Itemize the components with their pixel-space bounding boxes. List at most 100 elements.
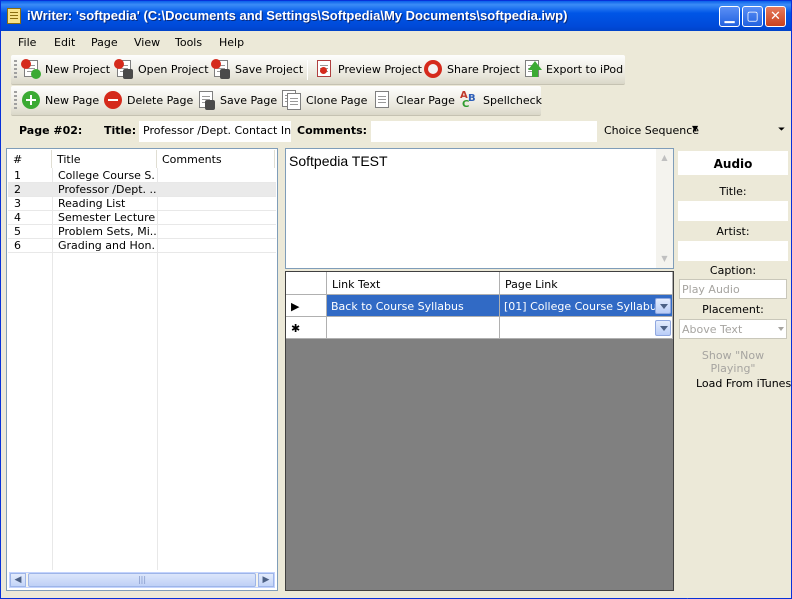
export-up-arrow-icon bbox=[522, 59, 542, 79]
new-row-icon[interactable]: ✱ bbox=[286, 317, 327, 339]
column-header-title[interactable]: Title bbox=[52, 150, 157, 168]
choice-sequence-dropdown[interactable]: Choice Sequence bbox=[604, 124, 699, 137]
load-from-itunes-button[interactable]: Load From iTunes bbox=[678, 372, 792, 599]
maximize-icon: ▢ bbox=[746, 9, 759, 24]
maximize-button[interactable]: ▢ bbox=[742, 6, 763, 27]
column-header-number[interactable]: # bbox=[8, 150, 52, 168]
table-row[interactable]: 3 Reading List bbox=[8, 197, 276, 211]
preview-project-button[interactable]: Preview Project bbox=[314, 59, 422, 81]
save-project-button[interactable]: Save Project bbox=[211, 59, 303, 81]
row-number: 5 bbox=[14, 225, 21, 238]
menu-view[interactable]: View bbox=[134, 36, 160, 49]
delete-page-button[interactable]: Delete Page bbox=[103, 90, 193, 112]
row-number: 3 bbox=[14, 197, 21, 210]
clear-page-icon bbox=[372, 90, 392, 110]
title-label: Title: bbox=[104, 124, 137, 137]
audio-artist-label: Artist: bbox=[716, 225, 750, 238]
delete-page-label: Delete Page bbox=[127, 94, 194, 107]
link-text-cell[interactable]: Back to Course Syllabus bbox=[327, 295, 500, 317]
scroll-right-icon[interactable]: ▶ bbox=[258, 573, 274, 587]
pages-list: # Title Comments 1 College Course S... 2 Pr… bbox=[6, 148, 278, 591]
table-row[interactable]: 5 Problem Sets, Mi... bbox=[8, 225, 276, 239]
window-title: iWriter: 'softpedia' (C:\Documents and S… bbox=[27, 8, 568, 23]
new-project-label: New Project bbox=[45, 63, 111, 76]
spellcheck-abc-icon: A B C bbox=[460, 90, 476, 110]
export-ipod-button[interactable]: Export to iPod bbox=[522, 59, 623, 81]
save-project-label: Save Project bbox=[235, 63, 304, 76]
audio-artist-field[interactable] bbox=[678, 241, 788, 261]
table-row[interactable]: 1 College Course S... bbox=[8, 169, 276, 183]
placement-dropdown[interactable]: Above Text bbox=[679, 319, 787, 339]
open-project-button[interactable]: Open Project bbox=[114, 59, 209, 81]
table-row[interactable]: 6 Grading and Hon... bbox=[8, 239, 276, 253]
page-comments-field[interactable] bbox=[371, 121, 597, 142]
editor-vertical-scrollbar[interactable]: ▲ ▼ bbox=[656, 149, 673, 268]
page-link-dropdown-icon[interactable] bbox=[655, 320, 671, 336]
page-title-field[interactable]: Professor /Dept. Contact Info bbox=[139, 121, 291, 142]
audio-heading: Audio bbox=[678, 151, 788, 175]
column-header-comments[interactable]: Comments bbox=[157, 150, 275, 168]
caption-field[interactable]: Play Audio bbox=[679, 279, 787, 299]
scroll-down-icon[interactable]: ▼ bbox=[657, 251, 672, 266]
table-row[interactable]: 2 Professor /Dept. ... bbox=[8, 183, 276, 197]
minimize-button[interactable]: ▁ bbox=[719, 6, 740, 27]
app-notepad-icon[interactable] bbox=[7, 8, 21, 24]
page-number-label: Page #02: bbox=[19, 124, 83, 137]
placement-label: Placement: bbox=[702, 303, 764, 316]
save-project-icon bbox=[211, 59, 231, 79]
new-project-button[interactable]: New Project bbox=[21, 59, 115, 81]
toolbar-grip[interactable] bbox=[14, 91, 17, 111]
menu-page[interactable]: Page bbox=[91, 36, 118, 49]
row-header-corner bbox=[286, 272, 327, 295]
open-project-icon bbox=[114, 59, 134, 79]
clear-page-button[interactable]: Clear Page bbox=[372, 90, 455, 112]
save-page-icon bbox=[196, 90, 216, 110]
menu-bar: File Edit Page View Tools Help bbox=[1, 32, 791, 53]
clear-page-label: Clear Page bbox=[396, 94, 455, 107]
page-link-dropdown-icon[interactable] bbox=[655, 298, 671, 314]
load-itunes-label: Load From iTunes bbox=[696, 377, 792, 390]
scroll-thumb[interactable]: ||| bbox=[28, 573, 256, 587]
close-icon: ✕ bbox=[770, 9, 781, 24]
new-page-button[interactable]: New Page bbox=[21, 90, 105, 112]
menu-tools[interactable]: Tools bbox=[175, 36, 202, 49]
page-links-grid: Link Text Page Link ▶ Back to Course Syl… bbox=[285, 271, 674, 591]
page-toolbar: New Page Delete Page Save Page Clone Pag… bbox=[11, 86, 542, 116]
audio-title-field[interactable] bbox=[678, 201, 788, 221]
toolbar-overflow-icon[interactable]: ⏷ bbox=[778, 125, 785, 135]
scroll-left-icon[interactable]: ◀ bbox=[10, 573, 26, 587]
close-button[interactable]: ✕ bbox=[765, 6, 786, 27]
menu-file[interactable]: File bbox=[18, 36, 36, 49]
toolbar-grip[interactable] bbox=[14, 60, 17, 80]
link-text-cell-new[interactable] bbox=[327, 317, 500, 339]
save-page-button[interactable]: Save Page bbox=[196, 90, 278, 112]
row-number: 4 bbox=[14, 211, 21, 224]
delete-page-icon bbox=[103, 90, 123, 110]
caption-label: Caption: bbox=[709, 264, 757, 277]
save-page-label: Save Page bbox=[220, 94, 278, 107]
new-project-icon bbox=[21, 59, 41, 79]
title-bar[interactable]: iWriter: 'softpedia' (C:\Documents and S… bbox=[1, 1, 791, 31]
minimize-icon: ▁ bbox=[724, 9, 735, 24]
row-indicator-icon[interactable]: ▶ bbox=[286, 295, 327, 317]
editor-content[interactable]: Softpedia TEST bbox=[289, 153, 388, 169]
scroll-up-icon[interactable]: ▲ bbox=[657, 150, 672, 165]
page-link-cell-new[interactable] bbox=[500, 317, 673, 339]
share-project-button[interactable]: Share Project bbox=[423, 59, 521, 81]
column-header-link-text[interactable]: Link Text bbox=[327, 272, 500, 295]
clone-page-button[interactable]: Clone Page bbox=[282, 90, 368, 112]
menu-edit[interactable]: Edit bbox=[54, 36, 75, 49]
horizontal-scrollbar[interactable]: ◀ ||| ▶ bbox=[9, 572, 275, 588]
choice-dropdown-arrow-icon[interactable]: ▼ bbox=[692, 124, 698, 133]
spellcheck-button[interactable]: A B C Spellcheck bbox=[459, 90, 542, 112]
page-info-bar: Page #02: Title: Professor /Dept. Contac… bbox=[11, 121, 789, 143]
clone-page-label: Clone Page bbox=[306, 94, 368, 107]
column-header-page-link[interactable]: Page Link bbox=[500, 272, 673, 295]
page-link-cell[interactable]: [01] College Course Syllabus bbox=[500, 295, 673, 317]
new-page-label: New Page bbox=[45, 94, 100, 107]
menu-help[interactable]: Help bbox=[219, 36, 244, 49]
page-text-editor[interactable]: Softpedia TEST ▲ ▼ bbox=[285, 148, 674, 269]
row-title: Professor /Dept. ... bbox=[58, 183, 156, 196]
table-row[interactable]: 4 Semester Lecture... bbox=[8, 211, 276, 225]
row-number: 1 bbox=[14, 169, 21, 182]
